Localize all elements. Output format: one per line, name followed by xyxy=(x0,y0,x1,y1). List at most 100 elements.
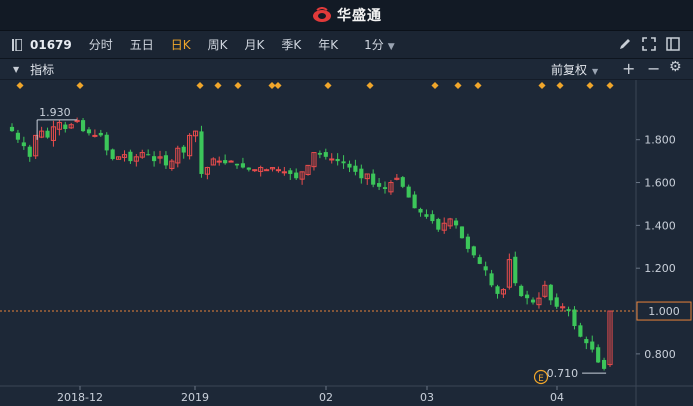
y-tick-label: 1.200 xyxy=(644,262,676,275)
candle-body xyxy=(128,151,133,162)
indicator-bar: ▼ 指标 前复权 ▼ + − ⚙ xyxy=(0,59,693,80)
brand-name: 华盛通 xyxy=(337,8,382,24)
candle-body xyxy=(453,220,459,226)
candle-body xyxy=(525,294,530,299)
candle-body xyxy=(92,134,98,137)
x-tick-label: 03 xyxy=(420,391,434,404)
event-marker-icon xyxy=(274,81,282,90)
candle-body xyxy=(566,309,571,312)
y-tick-label: 0.800 xyxy=(644,348,676,361)
toolbar: 01679 分时 五日 日K 周K 月K 季K 年K 1分 ▼ xyxy=(0,31,693,59)
interval-select[interactable]: 1分 ▼ xyxy=(364,36,395,53)
candle-body xyxy=(424,214,429,217)
event-marker-icon xyxy=(16,81,24,90)
candle-body xyxy=(27,146,32,157)
candle-body xyxy=(45,130,50,138)
tab-weekly-k[interactable]: 周K xyxy=(208,36,228,53)
candle-body xyxy=(146,154,151,156)
candle-body xyxy=(530,299,536,303)
candle-body xyxy=(548,284,553,301)
candle-body xyxy=(430,214,435,222)
x-tick-label: 2019 xyxy=(181,391,209,404)
candle-body xyxy=(86,129,92,134)
candle-body xyxy=(572,309,577,327)
chevron-down-icon: ▼ xyxy=(592,67,599,76)
settings-icon[interactable]: ⚙ xyxy=(669,59,682,75)
candle-body xyxy=(329,158,335,161)
event-marker-icon xyxy=(324,81,332,90)
tab-daily-k[interactable]: 日K xyxy=(171,36,191,53)
event-badge-label: E xyxy=(538,374,544,384)
candle-body xyxy=(477,257,482,264)
candle-body xyxy=(98,132,103,136)
candle-body xyxy=(353,165,358,172)
indicator-label[interactable]: 指标 xyxy=(30,61,54,78)
event-marker-icon xyxy=(606,81,614,90)
tab-five-day[interactable]: 五日 xyxy=(130,36,154,53)
x-tick-label: 02 xyxy=(319,391,333,404)
event-marker-icon xyxy=(454,81,462,90)
event-marker-icon xyxy=(196,81,204,90)
y-tick-label: 1.600 xyxy=(644,177,676,190)
candle-body xyxy=(294,172,299,179)
candle-body xyxy=(465,236,470,249)
candle-body xyxy=(602,359,607,369)
minus-icon[interactable]: − xyxy=(647,59,660,78)
tab-yearly-k[interactable]: 年K xyxy=(318,36,338,53)
chevron-down-icon: ▼ xyxy=(387,42,395,52)
fullscreen-icon[interactable] xyxy=(642,37,656,51)
candle-body xyxy=(223,160,228,164)
event-marker-icon xyxy=(474,81,482,90)
panel-toggle-icon[interactable] xyxy=(12,38,22,51)
collapse-arrow-icon[interactable]: ▼ xyxy=(13,65,19,74)
candle-body xyxy=(288,170,293,174)
adjust-label: 前复权 xyxy=(551,63,588,77)
candle-body xyxy=(519,285,524,297)
candle-body xyxy=(80,120,86,132)
candle-body xyxy=(347,163,352,168)
candle-body xyxy=(216,160,222,163)
min-value-label: 0.710 xyxy=(547,367,579,380)
event-marker-icon xyxy=(234,81,242,90)
tab-timeshare[interactable]: 分时 xyxy=(89,36,113,53)
candle-body xyxy=(459,226,465,239)
add-icon[interactable]: + xyxy=(622,59,635,78)
candle-body xyxy=(495,286,500,294)
title-bar: 华盛通 xyxy=(0,0,693,31)
candle-body xyxy=(234,163,240,166)
candle-body xyxy=(163,155,169,166)
candle-body xyxy=(382,187,388,189)
candle-body xyxy=(240,163,245,168)
max-value-label: 1.930 xyxy=(39,106,70,119)
x-tick-label: 04 xyxy=(550,391,564,404)
candle-body xyxy=(483,266,488,271)
event-marker-icon xyxy=(366,81,374,90)
split-view-icon[interactable] xyxy=(666,37,680,51)
adjust-select[interactable]: 前复权 ▼ xyxy=(551,61,598,78)
event-marker-icon xyxy=(538,81,546,90)
candle-body xyxy=(359,168,364,179)
candle-body xyxy=(341,161,346,164)
tab-quarterly-k[interactable]: 季K xyxy=(281,36,301,53)
candle-body xyxy=(199,131,204,174)
edit-icon[interactable] xyxy=(618,37,632,51)
event-marker-icon xyxy=(586,81,594,90)
candle-body xyxy=(590,341,595,350)
event-marker-icon xyxy=(76,81,84,90)
x-tick-label: 2018-12 xyxy=(57,391,103,404)
y-tick-label: 1.400 xyxy=(644,219,676,232)
candle-body xyxy=(578,325,583,337)
candle-body xyxy=(596,347,601,363)
event-marker-icon xyxy=(214,81,222,90)
tab-monthly-k[interactable]: 月K xyxy=(245,36,265,53)
event-marker-icon xyxy=(556,81,564,90)
candle-body xyxy=(371,173,376,185)
kline-chart[interactable]: 1.800 1.600 1.400 1.200 0.800 1.000 1.930 0.710… xyxy=(0,80,693,406)
stock-code: 01679 xyxy=(30,37,72,52)
candle-body xyxy=(406,186,411,198)
candle-body xyxy=(513,256,518,284)
candle-body xyxy=(584,339,589,344)
candle-body xyxy=(412,194,417,209)
candle-body xyxy=(471,246,476,256)
event-marker-icon xyxy=(431,81,439,90)
